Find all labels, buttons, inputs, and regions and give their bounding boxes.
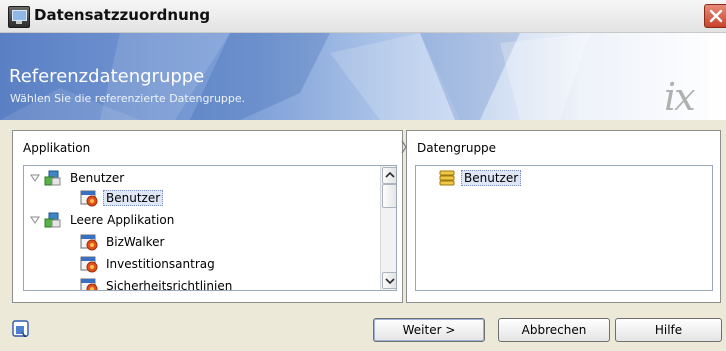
collapse-arrow-icon[interactable] xyxy=(30,173,40,183)
ix-logo: ix xyxy=(664,75,696,119)
chevron-down-icon xyxy=(385,278,395,285)
banner-subtitle: Wählen Sie die referenzierte Datengruppe… xyxy=(10,92,246,105)
tree-scrollbar[interactable] xyxy=(380,166,396,290)
help-button[interactable]: Hilfe xyxy=(615,318,722,342)
close-icon xyxy=(709,9,723,23)
application-label: Applikation xyxy=(23,141,91,155)
dialog-window: Datensatzzuordnung Referenzdatengruppe W… xyxy=(0,0,726,351)
datagroup-item-benutzer[interactable]: Benutzer xyxy=(438,168,522,188)
datagroup-icon xyxy=(80,234,98,251)
scroll-up-button[interactable] xyxy=(382,167,396,184)
datagroup-panel: Datengruppe Benutzer xyxy=(406,130,721,303)
scroll-thumb[interactable] xyxy=(382,184,396,208)
header-banner: Referenzdatengruppe Wählen Sie die refer… xyxy=(0,33,726,120)
tree-node-sicherheitsrichtlinien[interactable]: Sicherheitsrichtlinien xyxy=(80,276,235,290)
datagroup-list[interactable]: Benutzer xyxy=(415,165,713,291)
datagroup-label: Datengruppe xyxy=(417,141,497,155)
next-button[interactable]: Weiter > xyxy=(373,318,485,342)
tree-node-bizwalker[interactable]: BizWalker xyxy=(80,232,168,252)
database-icon xyxy=(439,170,455,186)
datagroup-icon xyxy=(80,190,98,207)
help-icon[interactable] xyxy=(12,320,30,338)
window-title: Datensatzzuordnung xyxy=(34,6,211,24)
tree-node-benutzer[interactable]: Benutzer xyxy=(80,188,164,208)
scroll-down-button[interactable] xyxy=(382,272,396,289)
title-bar[interactable]: Datensatzzuordnung xyxy=(0,0,726,33)
button-bar: Weiter > Abbrechen Hilfe xyxy=(0,308,726,351)
cancel-button[interactable]: Abbrechen xyxy=(498,318,610,342)
tree-node-benutzer-app[interactable]: Benutzer xyxy=(30,168,127,188)
banner-title: Referenzdatengruppe xyxy=(9,66,205,87)
application-icon xyxy=(44,212,61,228)
close-button[interactable] xyxy=(704,4,726,28)
application-tree[interactable]: Benutzer Benutzer Leere Applikation BizW… xyxy=(23,165,397,291)
app-icon xyxy=(8,6,30,28)
tree-node-leere-applikation[interactable]: Leere Applikation xyxy=(30,210,177,230)
collapse-arrow-icon[interactable] xyxy=(30,215,40,225)
chevron-up-icon xyxy=(385,171,395,178)
application-icon xyxy=(44,170,61,186)
application-panel: Applikation Benutzer Benutzer Leere Appl… xyxy=(12,130,403,303)
tree-node-investitionsantrag[interactable]: Investitionsantrag xyxy=(80,254,218,274)
datagroup-icon xyxy=(80,278,98,290)
datagroup-icon xyxy=(80,256,98,273)
